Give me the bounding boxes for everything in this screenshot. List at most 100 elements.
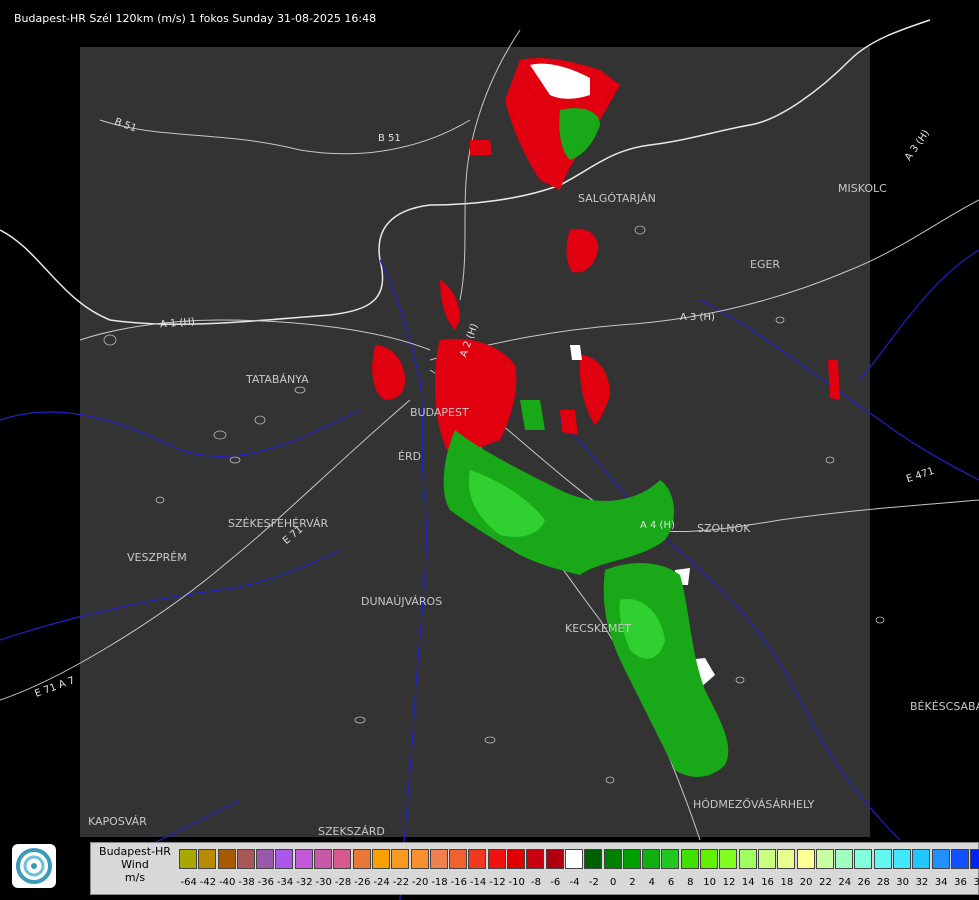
legend-tick-label: 26 xyxy=(857,877,871,888)
city-label-salgotarjan: SALGÓTARJÁN xyxy=(578,192,656,205)
legend-tick-label: 36 xyxy=(954,877,967,888)
legend-tick-label: 8 xyxy=(687,877,694,888)
legend-tick-label: 16 xyxy=(761,877,774,888)
legend-swatch xyxy=(603,849,622,869)
legend-swatch xyxy=(526,849,545,869)
legend-tick-label: -28 xyxy=(334,877,352,888)
legend-tick-label: 14 xyxy=(741,877,755,888)
legend-swatch xyxy=(796,849,815,869)
legend-tick-label: 10 xyxy=(703,877,717,888)
legend-tick-label: 18 xyxy=(780,877,794,888)
met-service-logo xyxy=(12,844,56,888)
legend-swatch xyxy=(642,849,661,869)
legend-swatch xyxy=(545,849,564,869)
legend-swatch xyxy=(719,849,738,869)
legend-tick-label: -20 xyxy=(412,877,429,888)
legend-tick-label: 34 xyxy=(934,877,948,888)
legend-tick-label: -24 xyxy=(373,877,390,888)
city-label-szekesfehervar: SZÉKESFEHÉRVÁR xyxy=(228,517,329,530)
legend-swatch xyxy=(507,849,526,869)
legend-tick-label: 24 xyxy=(838,877,852,888)
city-label-bekescsaba: BÉKÉSCSABA xyxy=(910,700,979,713)
legend-tick-label: -10 xyxy=(508,877,525,888)
legend-swatch xyxy=(236,849,255,869)
legend-tick-label: -18 xyxy=(431,877,448,888)
legend-swatch xyxy=(892,849,911,869)
legend-tick-label: -38 xyxy=(238,877,255,888)
legend-tick-label: -6 xyxy=(550,877,561,888)
legend-swatch xyxy=(661,849,680,869)
legend-swatch xyxy=(179,849,197,869)
radar-title: Budapest-HR Szél 120km (m/s) 1 fokos Sun… xyxy=(14,12,377,25)
legend-swatch xyxy=(429,849,448,869)
legend-tick-label: -12 xyxy=(489,877,506,888)
legend-swatch xyxy=(584,849,603,869)
legend-tick-label: 22 xyxy=(819,877,832,888)
legend-swatch xyxy=(700,849,719,869)
legend-swatch xyxy=(777,849,796,869)
legend-tick-label: -32 xyxy=(296,877,313,888)
city-label-kecskemet: KECSKEMÉT xyxy=(565,622,632,635)
city-label-tatabanya: TATABÁNYA xyxy=(246,373,309,386)
legend-title: Budapest-HR Wind m/s xyxy=(91,845,179,884)
legend-tick-label: 38 xyxy=(973,877,979,888)
city-label-szolnok: SZOLNOK xyxy=(697,522,751,535)
swirl-icon xyxy=(16,848,52,884)
legend-title-line2: Wind xyxy=(121,858,149,871)
legend-tick-label: 4 xyxy=(648,877,655,888)
city-label-kaposvar: KAPOSVÁR xyxy=(88,815,147,828)
legend-tick-label: 20 xyxy=(799,877,813,888)
city-label-dunaujvaros: DUNAÚJVÁROS xyxy=(361,595,443,608)
legend-tick-label: -22 xyxy=(392,877,410,888)
legend-title-line1: Budapest-HR xyxy=(99,845,171,858)
legend-swatch xyxy=(314,849,333,869)
legend-tick-label: -16 xyxy=(450,877,467,888)
legend-tick-label: 28 xyxy=(876,877,890,888)
legend-title-line3: m/s xyxy=(124,871,146,884)
legend-swatch xyxy=(391,849,410,869)
legend-swatch xyxy=(680,849,699,869)
legend-tick-label: -30 xyxy=(315,877,332,888)
legend-tick-label: -4 xyxy=(569,877,580,888)
legend-swatch xyxy=(970,849,979,869)
legend-tick-label: -26 xyxy=(354,877,371,888)
legend-swatch xyxy=(410,849,429,869)
legend-tick-label: -2 xyxy=(588,877,599,888)
legend-swatch xyxy=(217,849,236,869)
legend-swatch xyxy=(449,849,468,869)
city-label-budapest: BUDAPEST xyxy=(410,406,469,419)
legend-swatch xyxy=(757,849,776,869)
legend-swatch xyxy=(256,849,275,869)
legend-swatches xyxy=(179,849,979,869)
road-label-b51-east: B 51 xyxy=(378,133,401,144)
city-label-szekszard: SZEKSZÁRD xyxy=(318,825,385,838)
legend-swatch xyxy=(912,849,931,869)
legend-swatch xyxy=(371,849,390,869)
legend-tick-label: -64 xyxy=(180,877,197,888)
legend-swatch xyxy=(468,849,487,869)
legend-tick-label: -14 xyxy=(469,877,487,888)
legend-swatch xyxy=(294,849,313,869)
city-label-erd: ÉRD xyxy=(398,450,422,463)
legend-tick-label: -36 xyxy=(257,877,274,888)
legend-ticks: -64 -42 -40 -38 -36 -34 -32 -30 -28 -26 -24 -22 -20-… xyxy=(179,877,979,888)
legend-tick-label: -40 xyxy=(219,877,236,888)
legend-swatch xyxy=(352,849,371,869)
legend-swatch xyxy=(931,849,950,869)
legend-swatch xyxy=(854,849,873,869)
legend-swatch xyxy=(622,849,641,869)
city-label-hodmezovasarhely: HÓDMEZŐVÁSÁRHELY xyxy=(693,798,815,811)
legend-swatch xyxy=(275,849,294,869)
legend-tick-label: -34 xyxy=(276,877,294,888)
legend-tick-label: 12 xyxy=(722,877,736,888)
legend-tick-label: 6 xyxy=(667,877,675,888)
legend-tick-label: 30 xyxy=(896,877,909,888)
legend-swatch xyxy=(815,849,834,869)
city-label-eger: EGER xyxy=(750,258,781,271)
road-label-a3: A 3 (H) xyxy=(680,312,715,323)
legend-swatch xyxy=(198,849,217,869)
radar-map xyxy=(0,19,979,900)
legend-tick-label: 0 xyxy=(609,877,617,888)
legend-swatch xyxy=(950,849,969,869)
legend-swatch xyxy=(564,849,583,869)
